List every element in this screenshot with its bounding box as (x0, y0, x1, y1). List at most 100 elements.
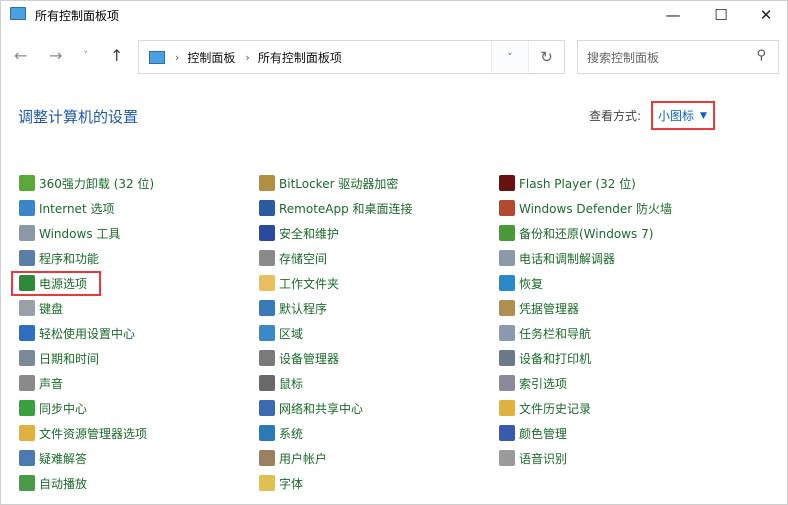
control-panel-item[interactable]: 自动播放 (19, 473, 87, 493)
item-label: 用户帐户 (279, 451, 328, 466)
item-label: 网络和共享中心 (279, 401, 364, 416)
control-panel-item[interactable]: 工作文件夹 (259, 273, 339, 293)
control-panel-item[interactable]: Flash Player (32 位) (499, 173, 636, 193)
breadcrumb-control-panel[interactable]: 控制面板 (187, 49, 235, 66)
item-label: 自动播放 (39, 476, 88, 491)
breadcrumb-all-items[interactable]: 所有控制面板项 (258, 49, 342, 66)
item-icon (259, 250, 275, 266)
item-icon (19, 175, 35, 191)
item-icon (499, 200, 515, 216)
item-label: 恢复 (519, 276, 544, 291)
item-label: 文件历史记录 (519, 401, 592, 416)
item-label: 鼠标 (279, 376, 304, 391)
item-label: 声音 (39, 376, 64, 391)
close-button[interactable]: ✕ (743, 1, 788, 29)
view-by-value: 小图标 (658, 109, 695, 123)
control-panel-item[interactable]: 360强力卸载 (32 位) (19, 173, 154, 193)
control-panel-item[interactable]: 程序和功能 (19, 248, 99, 268)
control-panel-item[interactable]: 颜色管理 (499, 423, 567, 443)
item-label: 任务栏和导航 (519, 326, 592, 341)
search-placeholder: 搜索控制面板 (587, 50, 660, 65)
item-icon (499, 175, 515, 191)
control-panel-item[interactable]: Windows Defender 防火墙 (499, 198, 672, 218)
item-icon (19, 325, 35, 341)
item-icon (19, 400, 35, 416)
control-panel-item[interactable]: 鼠标 (259, 373, 303, 393)
control-panel-item[interactable]: 电话和调制解调器 (499, 248, 615, 268)
item-label: 工作文件夹 (279, 276, 340, 291)
control-panel-item[interactable]: 疑难解答 (19, 448, 87, 468)
control-panel-item[interactable]: RemoteApp 和桌面连接 (259, 198, 413, 218)
forward-button[interactable]: → (49, 46, 62, 65)
control-panel-item[interactable]: 区域 (259, 323, 303, 343)
item-label: BitLocker 驱动器加密 (279, 176, 399, 191)
maximize-button[interactable]: ☐ (698, 1, 744, 29)
control-panel-item[interactable]: 字体 (259, 473, 303, 493)
address-bar[interactable]: › 控制面板 › 所有控制面板项 ˅ ↻ (138, 40, 565, 74)
item-label: 默认程序 (279, 301, 328, 316)
item-icon (499, 325, 515, 341)
control-panel-icon (10, 7, 26, 20)
item-icon (259, 350, 275, 366)
control-panel-item[interactable]: 语音识别 (499, 448, 567, 468)
item-icon (499, 450, 515, 466)
control-panel-item[interactable]: 轻松使用设置中心 (19, 323, 135, 343)
control-panel-item[interactable]: 键盘 (19, 298, 63, 318)
item-label: Windows 工具 (39, 226, 121, 241)
control-panel-item[interactable]: 设备和打印机 (499, 348, 591, 368)
control-panel-item[interactable]: 日期和时间 (19, 348, 99, 368)
control-panel-item[interactable]: 网络和共享中心 (259, 398, 363, 418)
control-panel-item[interactable]: 凭据管理器 (499, 298, 579, 318)
control-panel-item[interactable]: 设备管理器 (259, 348, 339, 368)
item-icon (19, 250, 35, 266)
item-icon (19, 425, 35, 441)
chevron-down-icon: ▼ (700, 110, 707, 121)
item-icon (259, 375, 275, 391)
address-dropdown-button[interactable]: ˅ (491, 41, 528, 73)
item-icon (259, 175, 275, 191)
control-panel-item[interactable]: Internet 选项 (19, 198, 114, 218)
recent-locations-button[interactable]: ˅ (83, 49, 89, 62)
item-icon (259, 325, 275, 341)
item-label: 疑难解答 (39, 451, 88, 466)
item-label: Flash Player (32 位) (519, 176, 636, 191)
search-icon[interactable]: ⚲ (756, 48, 766, 63)
control-panel-item[interactable]: 备份和还原(Windows 7) (499, 223, 653, 243)
search-input[interactable]: 搜索控制面板 ⚲ (577, 40, 779, 74)
control-panel-item[interactable]: 索引选项 (499, 373, 567, 393)
back-button[interactable]: ← (14, 46, 27, 65)
control-panel-item[interactable]: 恢复 (499, 273, 543, 293)
control-panel-item[interactable]: 用户帐户 (259, 448, 327, 468)
item-label: 系统 (279, 426, 304, 441)
item-label: 语音识别 (519, 451, 568, 466)
control-panel-item[interactable]: 文件历史记录 (499, 398, 591, 418)
item-icon (19, 225, 35, 241)
item-label: 设备管理器 (279, 351, 340, 366)
control-panel-item[interactable]: 文件资源管理器选项 (19, 423, 147, 443)
control-panel-item[interactable]: 声音 (19, 373, 63, 393)
view-by-dropdown[interactable]: 小图标 ▼ (651, 101, 715, 130)
control-panel-item[interactable]: 默认程序 (259, 298, 327, 318)
refresh-button[interactable]: ↻ (528, 41, 564, 73)
item-label: 360强力卸载 (32 位) (39, 176, 155, 191)
item-icon (499, 425, 515, 441)
item-icon (259, 225, 275, 241)
control-panel-item[interactable]: 同步中心 (19, 398, 87, 418)
control-panel-item[interactable]: Windows 工具 (19, 223, 120, 243)
control-panel-item[interactable]: BitLocker 驱动器加密 (259, 173, 398, 193)
item-icon (19, 375, 35, 391)
control-panel-item[interactable]: 系统 (259, 423, 303, 443)
item-icon (19, 200, 35, 216)
item-label: 文件资源管理器选项 (39, 426, 148, 441)
up-button[interactable]: ↑ (110, 46, 123, 65)
control-panel-item[interactable]: 任务栏和导航 (499, 323, 591, 343)
control-panel-item[interactable]: 安全和维护 (259, 223, 339, 243)
item-icon (259, 275, 275, 291)
item-icon (259, 300, 275, 316)
item-icon (259, 400, 275, 416)
control-panel-item[interactable]: 存储空间 (259, 248, 327, 268)
item-label: 键盘 (39, 301, 64, 316)
minimize-button[interactable]: — (650, 1, 696, 29)
item-label: 设备和打印机 (519, 351, 592, 366)
item-icon (499, 375, 515, 391)
